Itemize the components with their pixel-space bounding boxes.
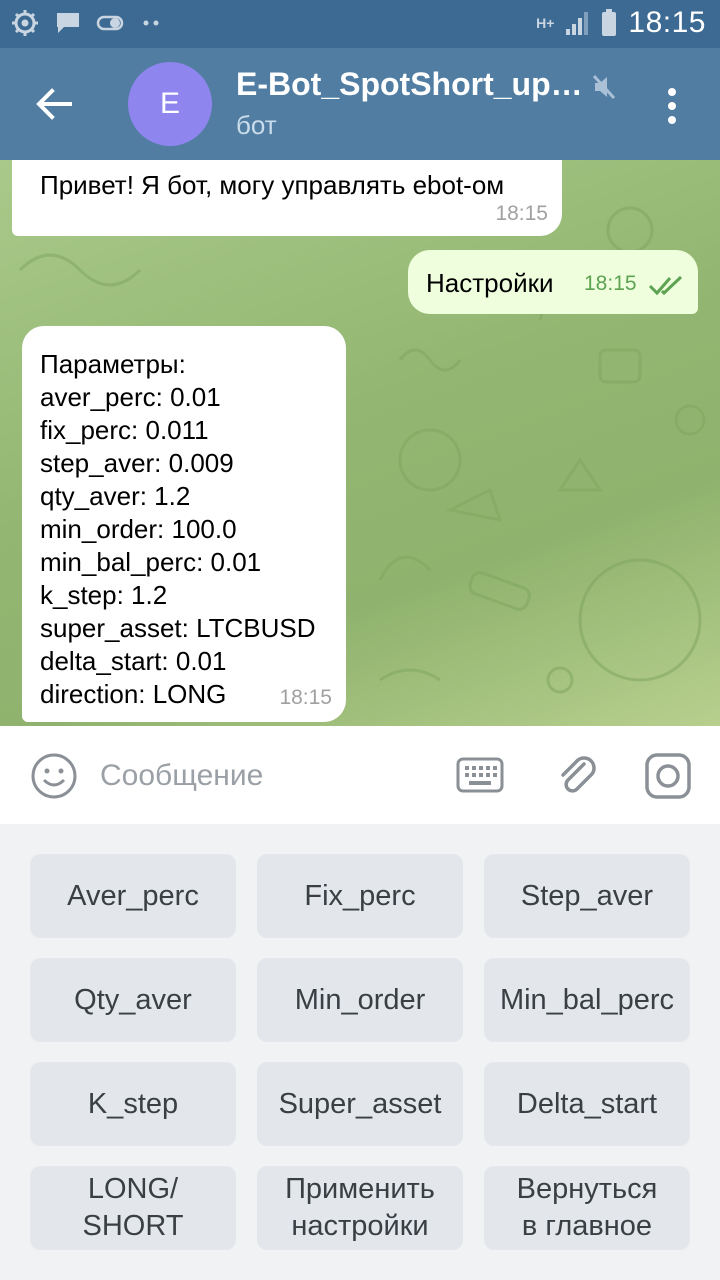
avatar[interactable]: E <box>128 62 212 146</box>
key-fix-perc[interactable]: Fix_perc <box>257 854 463 938</box>
key-k-step[interactable]: K_step <box>30 1062 236 1146</box>
message-text: Настройки <box>426 268 554 298</box>
arrow-left-icon <box>36 88 72 120</box>
parameter-line: aver_perc: 0.01 <box>40 382 221 412</box>
chat-header: E E-Bot_SpotShort_up… бот <box>0 48 720 160</box>
parameter-line: min_bal_perc: 0.01 <box>40 547 262 577</box>
key-min-order[interactable]: Min_order <box>257 958 463 1042</box>
key-min-bal-perc[interactable]: Min_bal_perc <box>484 958 690 1042</box>
key-delta-start[interactable]: Delta_start <box>484 1062 690 1146</box>
bot-keyboard: Aver_perc Fix_perc Step_aver Qty_aver Mi… <box>0 824 720 1280</box>
battery-icon <box>602 9 617 36</box>
parameter-line: k_step: 1.2 <box>40 580 168 610</box>
key-long-short[interactable]: LONG/ SHORT <box>30 1166 236 1250</box>
status-bar-notifications <box>10 8 164 38</box>
parameters-list: Параметры: aver_perc: 0.01 fix_perc: 0.0… <box>40 348 316 711</box>
key-super-asset[interactable]: Super_asset <box>257 1062 463 1146</box>
parameter-line: step_aver: 0.009 <box>40 448 234 478</box>
more-dots-icon <box>143 20 159 26</box>
key-step-aver[interactable]: Step_aver <box>484 854 690 938</box>
network-type-label: H+ <box>536 15 555 31</box>
status-bar-system: H+ 18:15 <box>536 6 706 40</box>
toggle-icon <box>96 15 124 31</box>
key-aver-perc[interactable]: Aver_perc <box>30 854 236 938</box>
bot-keyboard-icon[interactable] <box>456 756 504 796</box>
message-outgoing[interactable]: Настройки 18:15 <box>408 250 698 314</box>
chat-title[interactable]: E-Bot_SpotShort_up… <box>236 66 583 103</box>
parameter-line: super_asset: LTCBUSD <box>40 613 316 643</box>
parameter-line: direction: LONG <box>40 679 227 709</box>
signal-icon <box>566 12 589 35</box>
read-checkmarks-icon <box>648 275 683 296</box>
more-menu-button[interactable] <box>648 78 696 134</box>
status-bar: H+ 18:15 <box>0 0 720 48</box>
chat-notification-icon <box>57 13 79 33</box>
message-time: 18:15 <box>584 272 637 295</box>
emoji-icon[interactable] <box>30 752 78 800</box>
key-apply-settings[interactable]: Применить настройки <box>257 1166 463 1250</box>
menu-dot <box>668 102 676 110</box>
message-incoming[interactable]: Привет! Я бот, могу управлять ebot-ом 18… <box>12 160 562 236</box>
chat-subtitle: бот <box>236 110 277 140</box>
chat-area[interactable]: Привет! Я бот, могу управлять ebot-ом 18… <box>0 160 720 726</box>
key-qty-aver[interactable]: Qty_aver <box>30 958 236 1042</box>
back-button[interactable] <box>24 76 84 132</box>
parameter-line: qty_aver: 1.2 <box>40 481 191 511</box>
message-time: 18:15 <box>279 686 332 709</box>
message-input-bar <box>0 726 720 824</box>
clock: 18:15 <box>628 6 706 39</box>
message-input[interactable] <box>100 754 420 798</box>
menu-dot <box>668 116 676 124</box>
camera-icon[interactable] <box>644 752 692 800</box>
attach-icon[interactable] <box>554 752 602 800</box>
parameter-line: min_order: 100.0 <box>40 514 237 544</box>
message-incoming[interactable]: Параметры: aver_perc: 0.01 fix_perc: 0.0… <box>22 326 346 722</box>
message-time: 18:15 <box>495 202 548 225</box>
message-text: Привет! Я бот, могу управлять ebot-ом <box>40 170 505 200</box>
settings-gear-icon <box>12 10 38 36</box>
parameter-line: fix_perc: 0.011 <box>40 415 209 445</box>
parameter-line: Параметры: <box>40 349 186 379</box>
parameter-line: delta_start: 0.01 <box>40 646 227 676</box>
mute-icon <box>592 74 616 100</box>
key-back-to-main[interactable]: Вернуться в главное <box>484 1166 690 1250</box>
avatar-letter: E <box>159 87 180 120</box>
menu-dot <box>668 88 676 96</box>
